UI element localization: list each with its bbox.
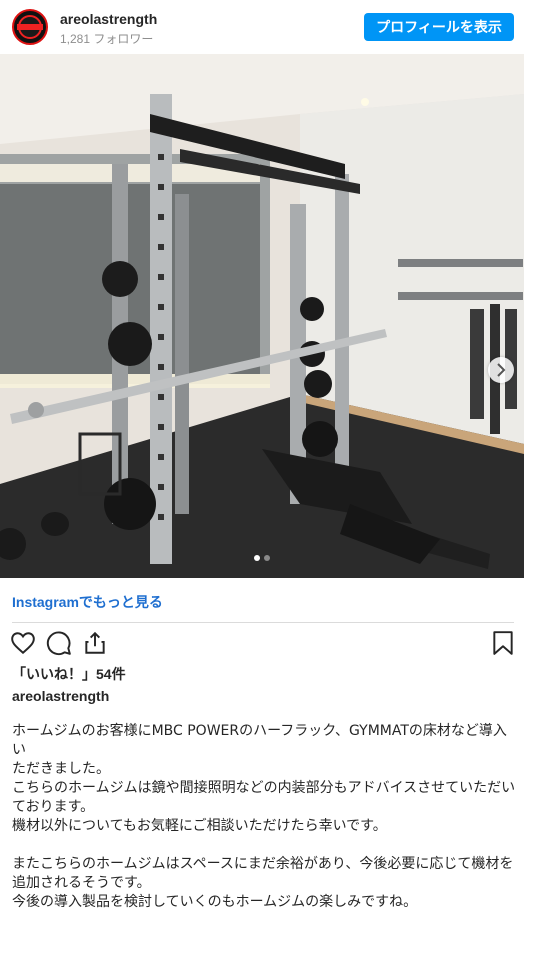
- avatar[interactable]: [12, 9, 48, 45]
- bookmark-icon: [493, 631, 513, 655]
- share-icon: [85, 631, 105, 654]
- view-more-on-instagram-link[interactable]: Instagramでもっと見る: [12, 592, 163, 612]
- carousel-next-button[interactable]: [488, 357, 514, 383]
- post-caption: ホームジムのお客様にMBC POWERのハーフラック、GYMMATの床材など導入…: [12, 723, 516, 910]
- username[interactable]: areolastrength: [60, 11, 157, 27]
- follower-count: 1,281 フォロワー: [60, 32, 154, 46]
- like-button[interactable]: [10, 630, 36, 656]
- home-gym-photo: [0, 54, 524, 578]
- save-button[interactable]: [490, 630, 516, 656]
- chevron-right-icon: [497, 363, 506, 377]
- logo-stripe: [17, 24, 43, 30]
- divider: [12, 622, 514, 623]
- heart-icon: [11, 632, 35, 655]
- view-profile-button[interactable]: プロフィールを表示: [364, 13, 514, 41]
- share-button[interactable]: [82, 630, 108, 656]
- post-header: areolastrength 1,281 フォロワー プロフィールを表示: [0, 0, 540, 54]
- caption-username[interactable]: areolastrength: [12, 688, 109, 704]
- post-photo[interactable]: [0, 54, 524, 578]
- comment-button[interactable]: [46, 630, 72, 656]
- carousel-indicator: [0, 555, 524, 563]
- action-bar: [0, 630, 524, 658]
- like-count[interactable]: 「いいね！」54件: [12, 664, 126, 684]
- carousel-dot-active: [254, 555, 260, 561]
- carousel-dot: [264, 555, 270, 561]
- comment-icon: [46, 631, 71, 656]
